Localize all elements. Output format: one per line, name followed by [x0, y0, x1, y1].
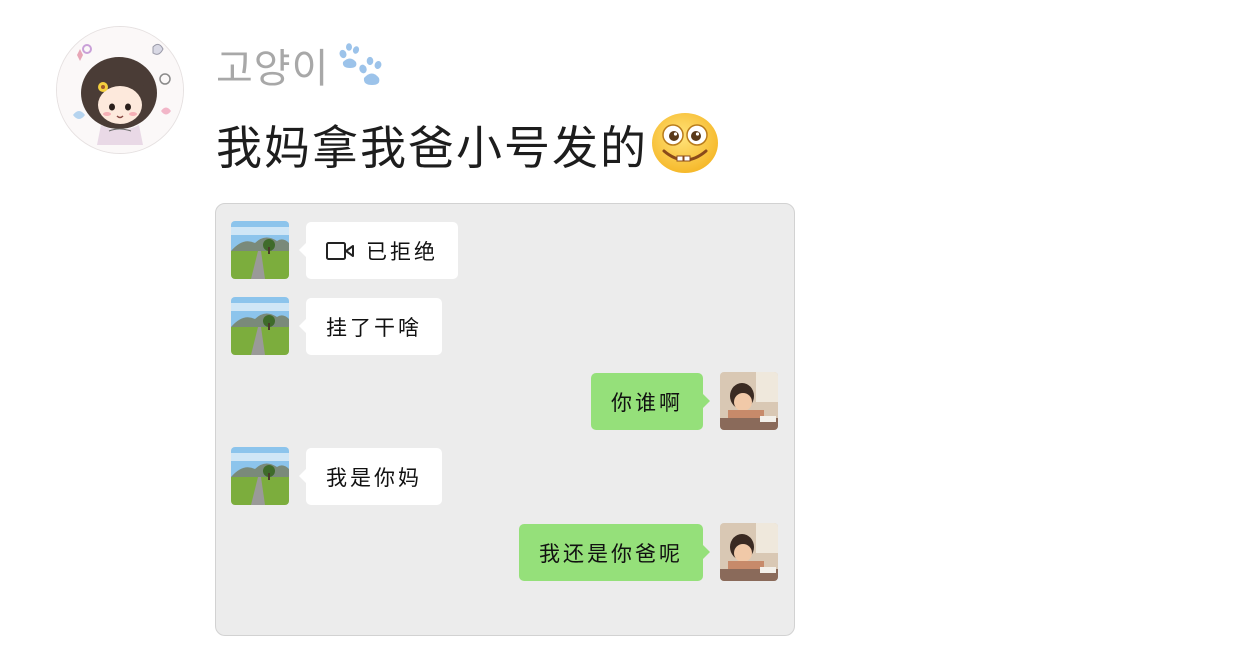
child-photo-avatar	[720, 523, 778, 581]
message-text: 挂了干啥	[326, 315, 422, 340]
contact-avatar[interactable]	[231, 447, 289, 505]
post-text-content: 我妈拿我爸小号发的	[216, 121, 648, 175]
message-bubble-incoming[interactable]: 已拒绝	[299, 222, 458, 279]
message-text: 你谁啊	[611, 390, 683, 415]
username-text: 고양이	[216, 46, 330, 92]
message-bubble-outgoing[interactable]: 我还是你爸呢	[519, 524, 710, 581]
message-text: 我还是你爸呢	[539, 541, 683, 566]
paw-print-icon	[339, 43, 382, 85]
poster-avatar[interactable]	[56, 26, 184, 154]
girl-avatar-illustration	[57, 27, 183, 153]
message-bubble-incoming[interactable]: 我是你妈	[299, 448, 442, 505]
contact-avatar[interactable]	[231, 221, 289, 279]
video-call-icon	[326, 241, 354, 260]
poster-username[interactable]: 고양이	[216, 36, 385, 94]
child-photo-avatar	[720, 372, 778, 430]
landscape-avatar-image	[231, 447, 289, 505]
message-bubble-incoming[interactable]: 挂了干啥	[299, 298, 442, 355]
post-text: 我妈拿我爸小号发的	[216, 112, 720, 178]
user-avatar[interactable]	[720, 523, 778, 581]
message-bubble-outgoing[interactable]: 你谁啊	[591, 373, 710, 430]
chat-screenshot[interactable]: 已拒绝 挂了干啥 你谁啊 我是你妈 我还是你爸呢	[215, 203, 795, 636]
user-avatar[interactable]	[720, 372, 778, 430]
landscape-avatar-image	[231, 297, 289, 355]
message-text: 我是你妈	[326, 465, 422, 490]
landscape-avatar-image	[231, 221, 289, 279]
message-text: 已拒绝	[366, 239, 438, 264]
contact-avatar[interactable]	[231, 297, 289, 355]
grinning-emoji-icon	[652, 113, 718, 173]
